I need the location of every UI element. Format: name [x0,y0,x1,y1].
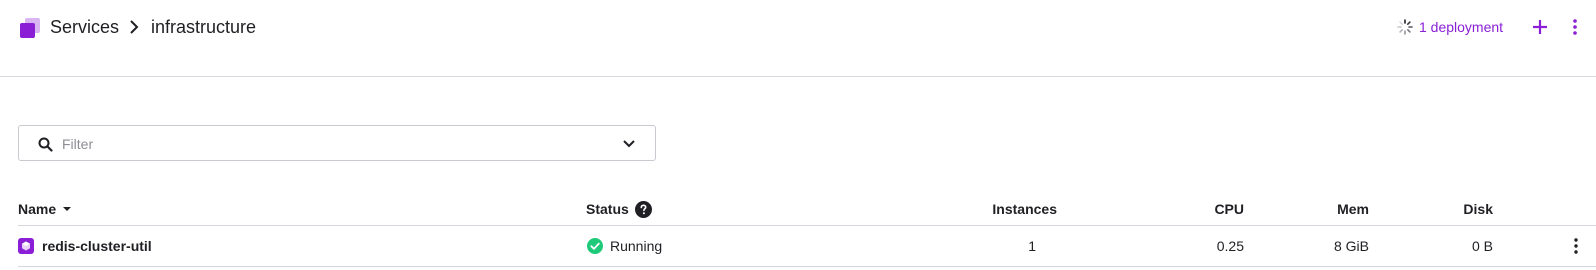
status-cell: Running [587,237,662,255]
column-header-cpu: CPU [1214,201,1244,217]
disk-value: 0 B [1471,238,1493,254]
help-icon[interactable] [634,200,652,218]
column-header-disk: Disk [1463,201,1493,217]
column-header-name-label: Name [18,201,57,217]
service-name: redis-cluster-util [42,238,152,254]
loading-spinner-icon [1397,19,1413,35]
deployments-link[interactable]: 1 deployment [1397,17,1503,37]
more-options-icon[interactable] [1568,16,1582,38]
column-header-status-label: Status [586,201,629,217]
status-label: Running [610,238,663,254]
service-name-link[interactable]: redis-cluster-util [18,237,152,255]
row-divider [18,266,1596,267]
filter-input[interactable] [62,133,602,155]
mem-value: 8 GiB [1333,238,1369,254]
column-header-mem: Mem [1337,201,1369,217]
services-logo-icon [20,18,40,38]
top-bar: Services infrastructure 1 deployment [0,0,1596,77]
filter-box[interactable] [18,125,656,161]
deployments-count: 1 deployment [1419,19,1504,35]
cpu-value: 0.25 [1216,238,1244,254]
column-header-name[interactable]: Name [18,200,72,218]
breadcrumb-current: infrastructure [151,17,257,37]
table-row[interactable]: redis-cluster-util Running 1 0.25 8 GiB … [0,226,1596,266]
search-icon [38,137,53,152]
service-icon [18,238,34,254]
column-header-status: Status [586,200,652,218]
column-header-instances: Instances [992,201,1057,217]
sort-descending-icon [63,207,72,211]
chevron-down-icon[interactable] [622,138,636,150]
instances-value: 1 [1028,238,1036,254]
add-button[interactable] [1530,17,1550,37]
breadcrumb-services-link[interactable]: Services [50,16,119,38]
row-actions-icon[interactable] [1571,236,1581,256]
chevron-right-icon [130,20,139,34]
check-circle-icon [587,238,603,254]
